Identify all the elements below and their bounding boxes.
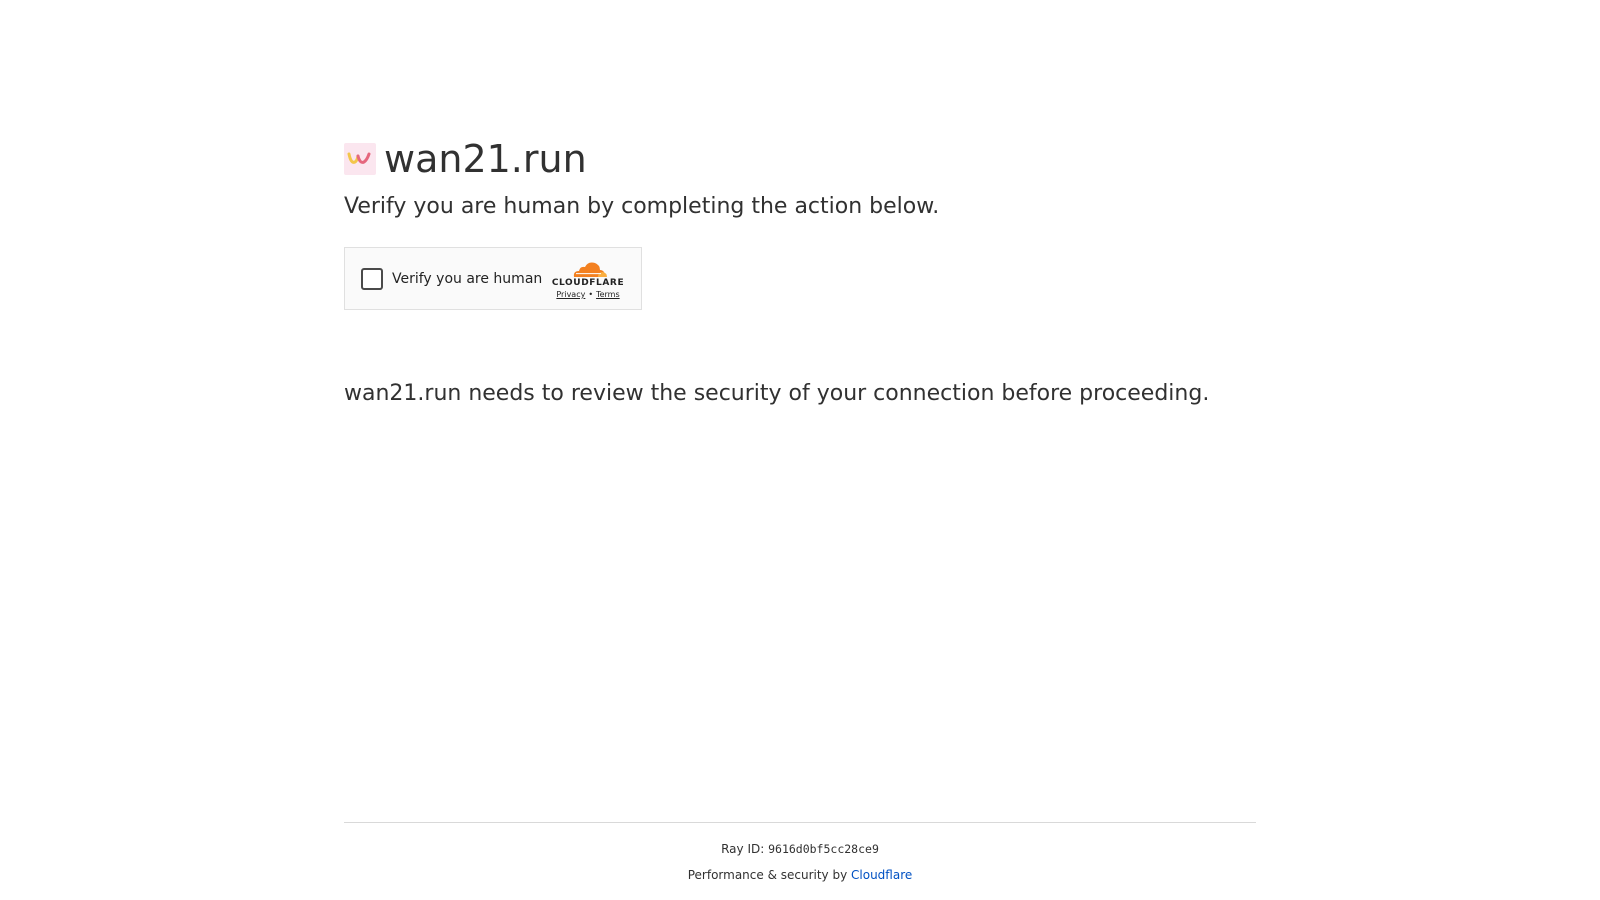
cloudflare-links: Privacy • Terms [550,290,626,300]
performance-label: Performance & security by [687,868,852,882]
cloudflare-cloud-icon [573,262,607,277]
terms-link[interactable]: Terms [596,290,620,299]
page: wan21.run Verify you are human by comple… [0,0,1600,900]
verify-checkbox-label[interactable]: Verify you are human [392,271,542,287]
ray-id-value: 9616d0bf5cc28ce9 [768,842,879,856]
privacy-link[interactable]: Privacy [556,290,585,299]
page-subtitle: Verify you are human by completing the a… [344,194,940,219]
performance-line: Performance & security by Cloudflare [344,867,1256,883]
cloudflare-wordmark: CLOUDFLARE [551,278,625,288]
link-separator: • [588,290,594,299]
ray-id-line: Ray ID: 9616d0bf5cc28ce9 [344,841,1256,857]
site-header: wan21.run [344,135,1256,183]
ray-id-label: Ray ID: [721,842,769,856]
site-title: wan21.run [384,137,587,181]
footer: Ray ID: 9616d0bf5cc28ce9 Performance & s… [344,822,1256,883]
human-verification-widget: Verify you are human CLOUDFLARE Privacy •… [344,247,642,310]
cloudflare-link[interactable]: Cloudflare [851,868,912,882]
security-review-message: wan21.run needs to review the security o… [344,381,1210,406]
main-content: wan21.run Verify you are human by comple… [344,135,1256,412]
cloudflare-brand: CLOUDFLARE Privacy • Terms [550,260,626,300]
verify-checkbox[interactable] [361,267,383,290]
wan-logo-icon [344,143,376,175]
